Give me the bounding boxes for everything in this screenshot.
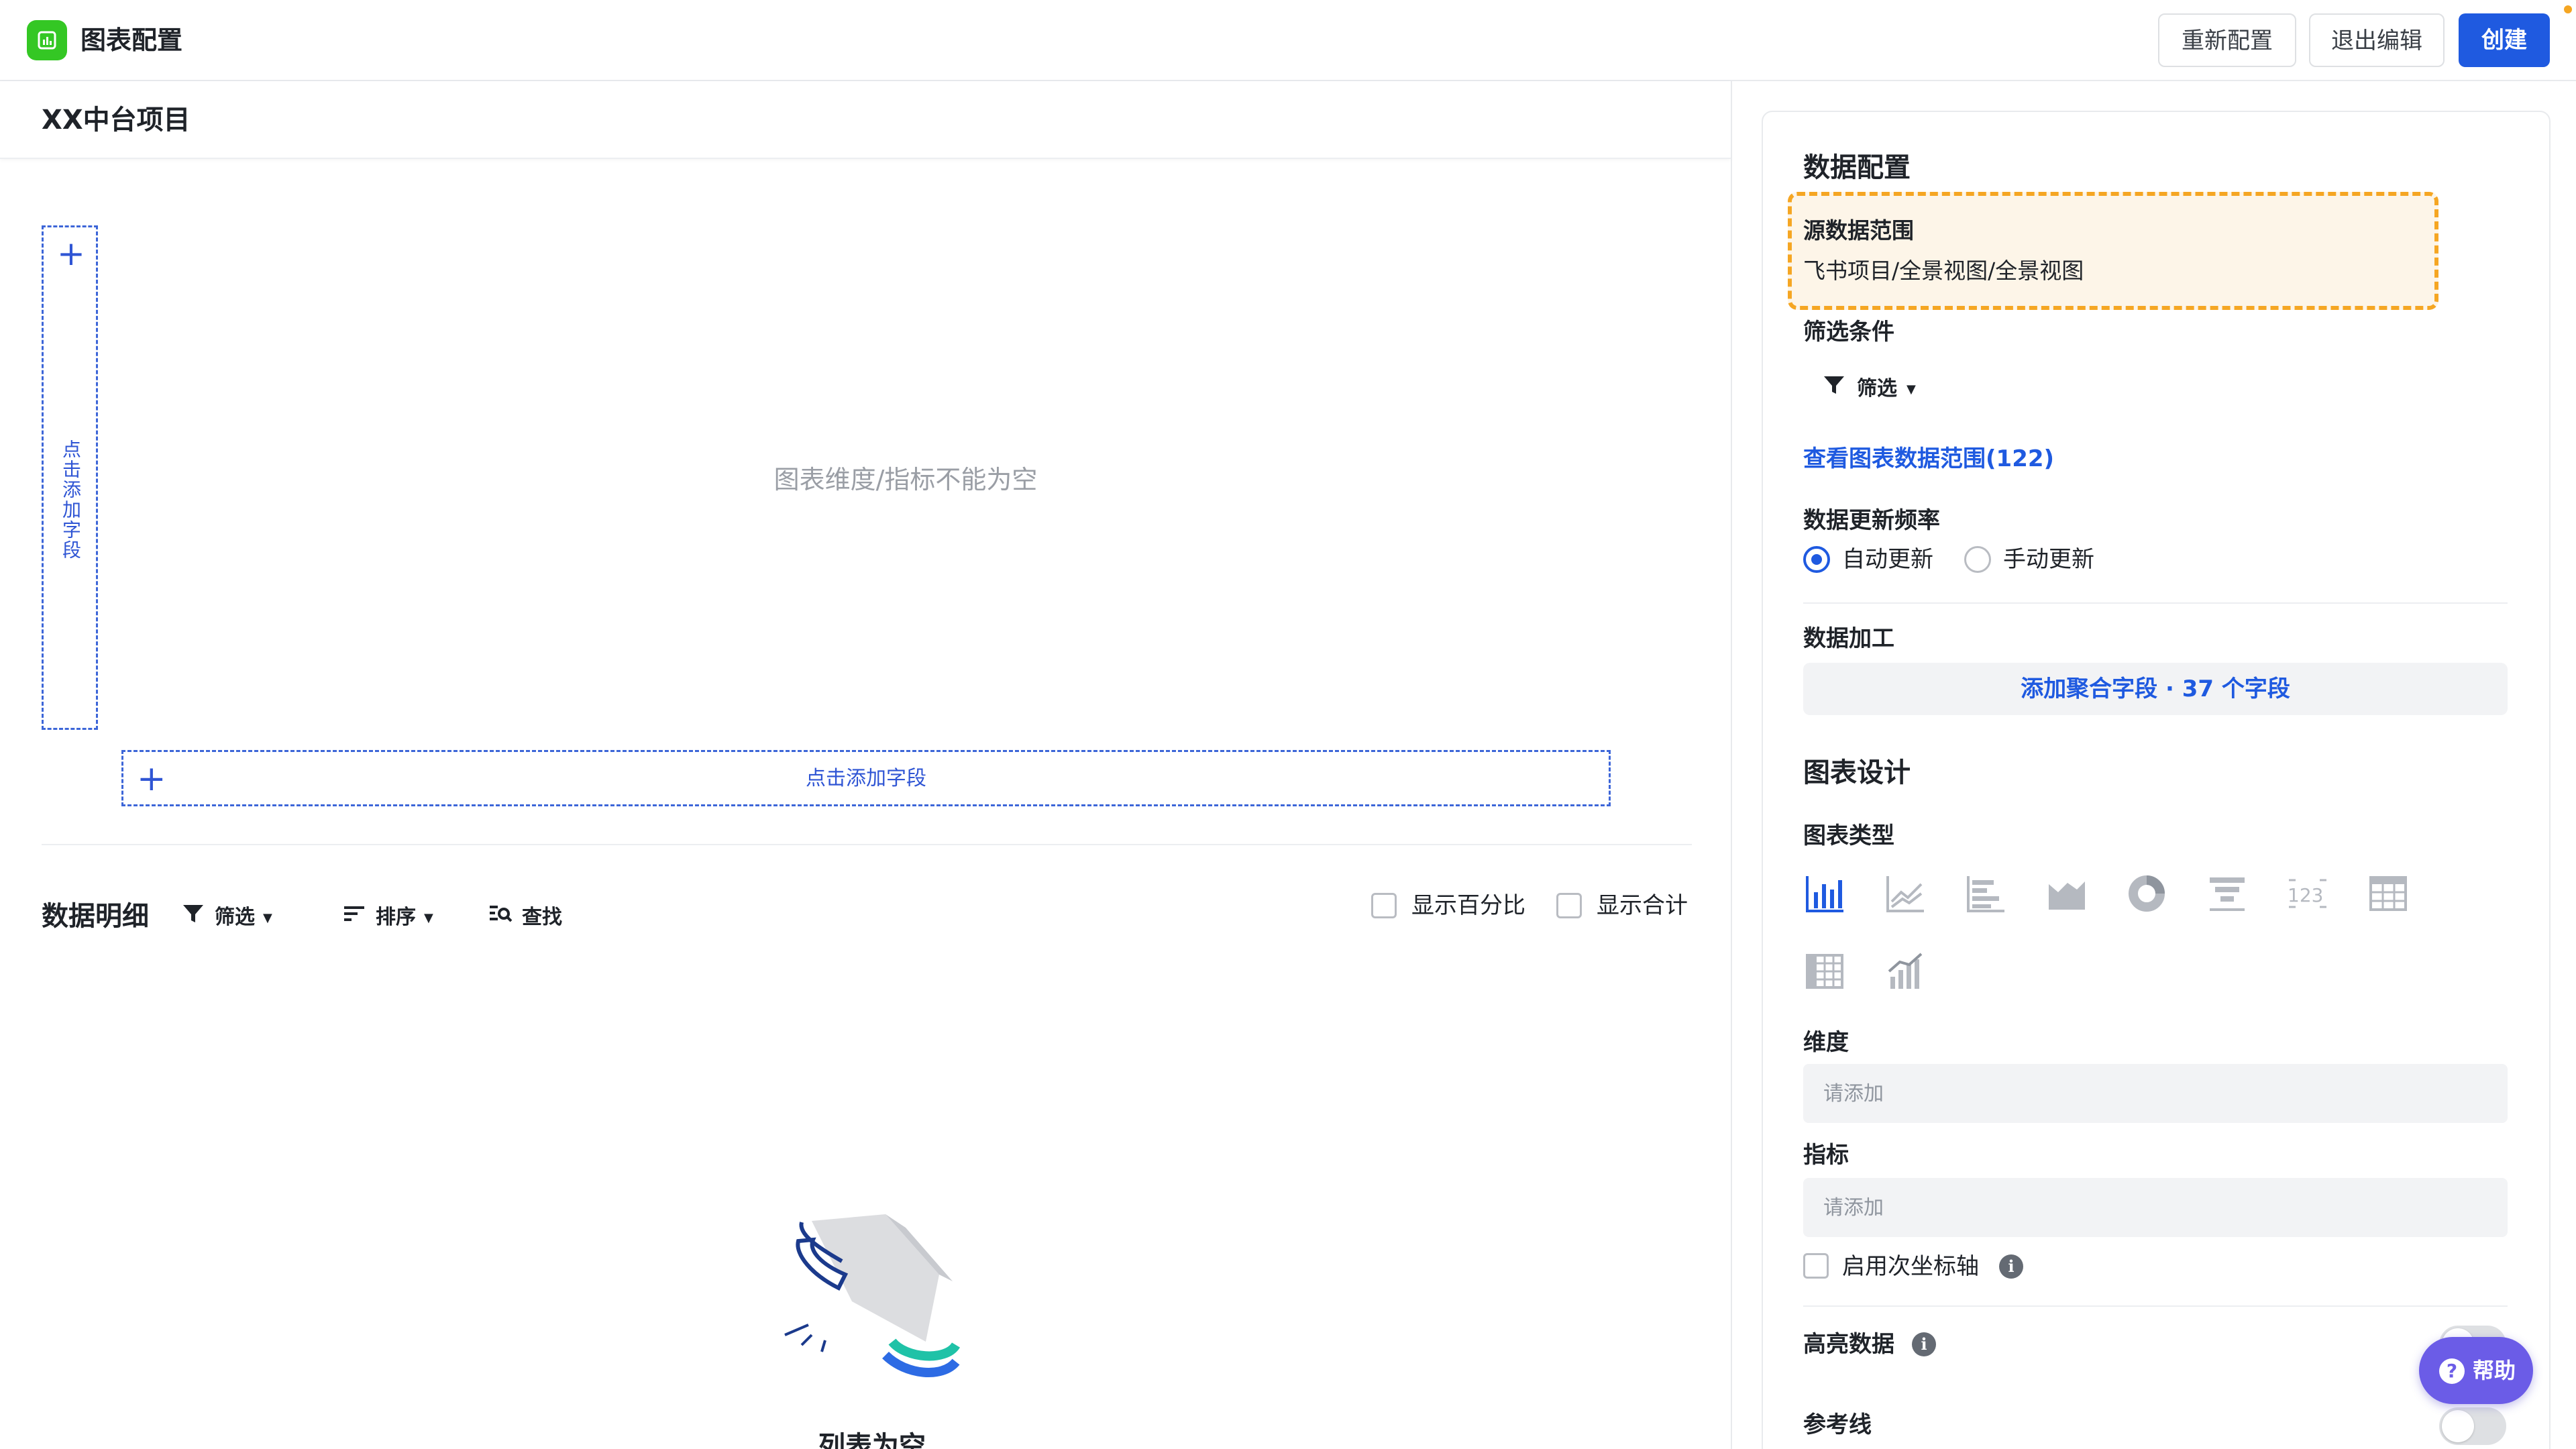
- table-icon[interactable]: [2367, 872, 2410, 915]
- divider: [1803, 602, 2508, 604]
- find-icon: [488, 902, 513, 934]
- filter-label: 筛选: [215, 906, 255, 929]
- auto-update-label: 自动更新: [1842, 546, 1933, 573]
- filter-conditions-title: 筛选条件: [1803, 319, 1894, 345]
- chart-app-logo-icon: [27, 20, 67, 60]
- number-card-icon[interactable]: 123: [2286, 872, 2329, 915]
- data-processing-title: 数据加工: [1803, 625, 1894, 652]
- dimension-input[interactable]: [1803, 1064, 2508, 1123]
- reset-config-button[interactable]: 重新配置: [2158, 13, 2296, 67]
- caret-down-icon: ▼: [1907, 382, 1916, 396]
- detail-filter-button[interactable]: 筛选 ▼: [181, 902, 272, 931]
- empty-chart-message: 图表维度/指标不能为空: [773, 465, 1038, 494]
- svg-text:123: 123: [2288, 884, 2323, 906]
- add-aggregate-field-button[interactable]: 添加聚合字段 · 37 个字段: [1803, 663, 2508, 715]
- caret-down-icon: ▼: [424, 910, 433, 925]
- reference-line-title: 参考线: [1803, 1411, 1872, 1438]
- horizontal-bar-chart-icon[interactable]: [1964, 872, 2007, 915]
- manual-update-radio[interactable]: [1964, 546, 1991, 573]
- create-button[interactable]: 创建: [2459, 13, 2550, 67]
- info-icon[interactable]: i: [1999, 1254, 2023, 1279]
- find-label: 查找: [522, 906, 562, 929]
- caret-down-icon: ▼: [263, 910, 272, 925]
- section-divider: [42, 844, 1692, 845]
- filter-icon: [181, 902, 205, 934]
- highlight-data-title: 高亮数据: [1803, 1331, 1894, 1358]
- data-config-title: 数据配置: [1803, 152, 1911, 183]
- secondary-axis-checkbox[interactable]: [1803, 1253, 1829, 1279]
- filter-conditions-button[interactable]: 筛选 ▼: [1822, 373, 1916, 402]
- dimension-input-box[interactable]: [1803, 1064, 2508, 1123]
- source-range-label: 源数据范围: [1803, 217, 1914, 244]
- donut-chart-icon[interactable]: [2125, 872, 2168, 915]
- metric-title: 指标: [1803, 1142, 1849, 1169]
- data-detail-title: 数据明细: [42, 901, 149, 932]
- funnel-chart-icon[interactable]: [2206, 872, 2249, 915]
- show-total-label: 显示合计: [1597, 892, 1688, 919]
- chart-type-title: 图表类型: [1803, 822, 1894, 849]
- detail-find-button[interactable]: 查找: [488, 902, 562, 931]
- show-percent-label: 显示百分比: [1411, 892, 1525, 919]
- help-button[interactable]: ? 帮助: [2419, 1337, 2533, 1404]
- view-data-range-link[interactable]: 查看图表数据范围(122): [1803, 443, 2054, 475]
- sort-label: 排序: [376, 906, 416, 929]
- show-total-checkbox[interactable]: [1556, 893, 1582, 918]
- filter-icon: [1822, 373, 1846, 406]
- x-axis-add-field-zone[interactable]: + 点击添加字段: [121, 750, 1611, 806]
- app-title: 图表配置: [80, 25, 183, 55]
- update-frequency-title: 数据更新频率: [1803, 507, 1940, 534]
- help-label: 帮助: [2473, 1358, 2516, 1383]
- sort-icon: [342, 902, 366, 934]
- top-bar: 图表配置 重新配置 退出编辑 创建: [0, 0, 2576, 81]
- auto-update-radio[interactable]: [1803, 546, 1830, 573]
- detail-sort-button[interactable]: 排序 ▼: [342, 902, 433, 931]
- exit-edit-button[interactable]: 退出编辑: [2309, 13, 2445, 67]
- area-chart-icon[interactable]: [2045, 872, 2088, 915]
- info-icon[interactable]: i: [1912, 1332, 1936, 1356]
- source-range-value: 飞书项目/全景视图/全景视图: [1803, 258, 2084, 284]
- source-data-range-box[interactable]: [1788, 192, 2438, 310]
- empty-list-illustration: [771, 1201, 973, 1398]
- empty-list-message: 列表为空: [818, 1431, 926, 1449]
- question-icon: ?: [2439, 1358, 2465, 1384]
- bar-chart-icon[interactable]: [1803, 872, 1846, 915]
- filter-button-label: 筛选: [1857, 377, 1897, 400]
- combo-chart-icon[interactable]: [1884, 950, 1927, 993]
- secondary-axis-label: 启用次坐标轴: [1842, 1253, 1979, 1280]
- line-chart-icon[interactable]: [1884, 872, 1927, 915]
- project-bar: XX中台项目: [0, 81, 1731, 159]
- notification-dot: [2564, 5, 2572, 13]
- metric-input-box[interactable]: [1803, 1178, 2508, 1237]
- reference-line-toggle[interactable]: [2439, 1407, 2506, 1445]
- panel-divider: [1731, 81, 1732, 1449]
- show-percent-checkbox[interactable]: [1371, 893, 1397, 918]
- manual-update-label: 手动更新: [2003, 546, 2094, 573]
- divider: [1803, 1305, 2508, 1307]
- pivot-table-icon[interactable]: [1803, 950, 1846, 993]
- project-title: XX中台项目: [42, 105, 191, 136]
- y-field-hint: 点击添加字段: [60, 439, 82, 560]
- metric-input[interactable]: [1803, 1178, 2508, 1237]
- x-field-hint: 点击添加字段: [806, 767, 926, 790]
- dimension-title: 维度: [1803, 1029, 1849, 1056]
- chart-design-title: 图表设计: [1803, 757, 1911, 788]
- y-axis-add-field-zone[interactable]: + 点击添加字段: [42, 225, 98, 730]
- plus-icon: +: [57, 234, 85, 273]
